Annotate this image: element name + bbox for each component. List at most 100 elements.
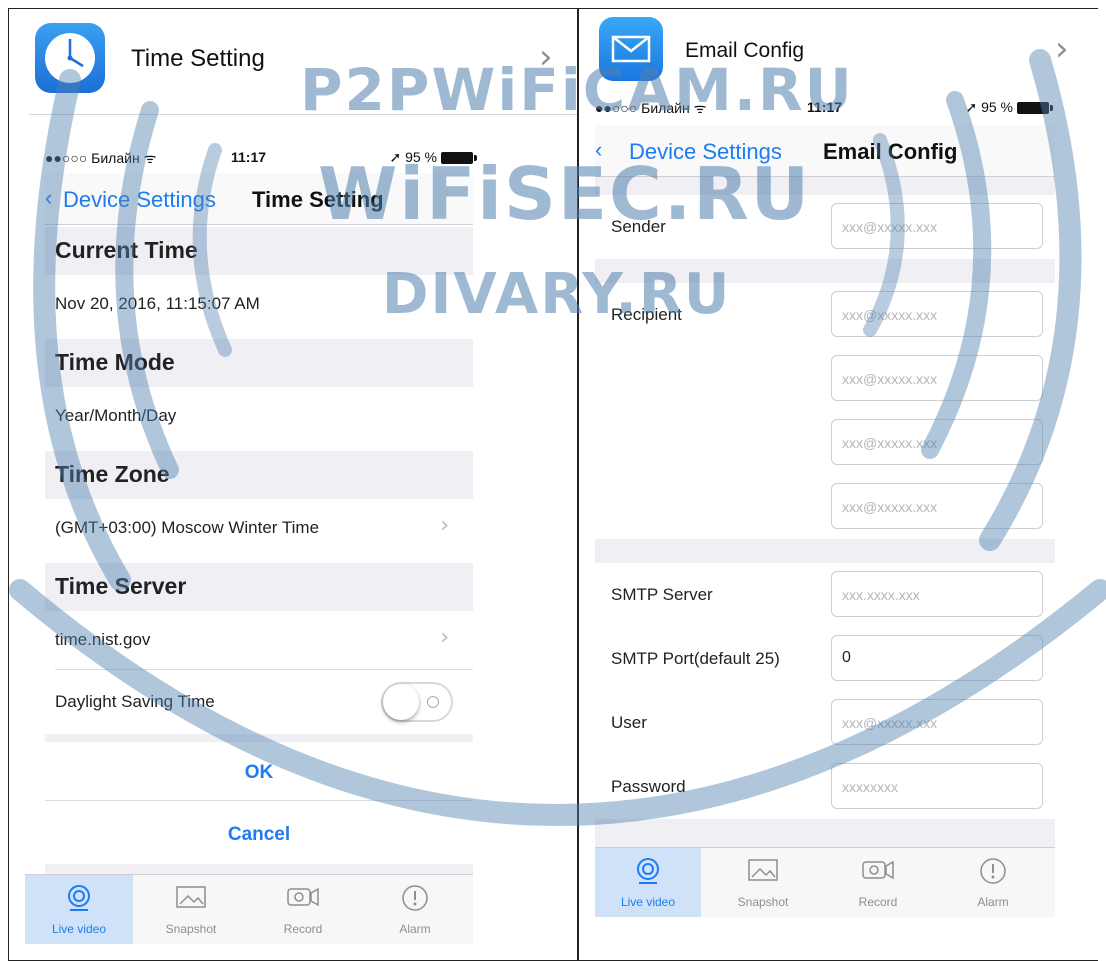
tab-snapshot[interactable]: Snapshot [137, 875, 245, 944]
nav-bar: ‹ Device Settings Time Setting [45, 173, 473, 225]
section-time-zone: Time Zone [45, 451, 473, 499]
time-server-value: time.nist.gov [55, 630, 151, 649]
time-setting-list-row[interactable]: Time Setting › [9, 9, 577, 115]
smtp-port-row: SMTP Port(default 25) 0 [595, 627, 1055, 691]
cancel-button[interactable]: Cancel [45, 804, 473, 864]
battery-indicator: ➚ 95 % [389, 149, 477, 166]
tab-record[interactable]: Record [249, 875, 357, 944]
status-bar: ●●○○○ Билайн ᯤ 11:17 ➚ 95 % [45, 145, 477, 171]
battery-label: ➚ 95 % [965, 99, 1013, 115]
tab-label: Record [858, 895, 898, 909]
section-header-label: Time Mode [55, 349, 175, 375]
email-config-panel: Email Config › ●●○○○ Билайн ᯤ 11:17 ➚ 95… [578, 8, 1098, 961]
smtp-port-label: SMTP Port(default 25) [611, 649, 780, 668]
battery-label: ➚ 95 % [389, 149, 437, 165]
toggle-knob [383, 684, 419, 720]
sender-label: Sender [611, 217, 666, 236]
password-row: Password xxxxxxxx [595, 755, 1055, 819]
password-label: Password [611, 777, 686, 796]
recipient-row-4: xxx@xxxxx.xxx [595, 475, 1055, 539]
section-spacer [45, 864, 473, 874]
current-time-value: Nov 20, 2016, 11:15:07 AM [55, 294, 260, 313]
snapshot-icon [175, 883, 207, 916]
recipient-row-3: xxx@xxxxx.xxx [595, 411, 1055, 475]
tab-bar: Live video Snapshot Record Alarm [595, 847, 1055, 917]
divider [45, 800, 473, 801]
dst-label: Daylight Saving Time [55, 692, 215, 711]
tab-live-video[interactable]: Live video [595, 848, 701, 917]
carrier-label: ●●○○○ Билайн ᯤ [595, 100, 707, 116]
back-chevron-icon[interactable]: ‹ [595, 137, 602, 163]
recipient-label: Recipient [611, 305, 682, 324]
ok-button-label: OK [244, 762, 274, 783]
tab-label: Live video [620, 895, 676, 909]
chevron-right-icon: › [539, 37, 553, 77]
toggle-off-indicator [427, 696, 439, 708]
tab-alarm[interactable]: Alarm [361, 875, 469, 944]
divider [29, 114, 577, 115]
tab-bar: Live video Snapshot Record Alarm [25, 874, 473, 944]
section-header-label: Time Server [55, 573, 187, 599]
clock-icon [35, 23, 105, 93]
time-zone-row[interactable]: (GMT+03:00) Moscow Winter Time › [45, 499, 473, 559]
recipient-input-3[interactable]: xxx@xxxxx.xxx [831, 419, 1043, 465]
status-bar: ●●○○○ Билайн ᯤ 11:17 ➚ 95 % [595, 95, 1053, 121]
time-setting-panel: Time Setting › ●●○○○ Билайн ᯤ 11:17 ➚ 95… [8, 8, 578, 961]
chevron-right-icon: › [440, 625, 449, 650]
tab-snapshot[interactable]: Snapshot [710, 848, 816, 917]
nav-bar: ‹ Device Settings Email Config [595, 125, 1055, 177]
recipient-row: Recipient xxx@xxxxx.xxx [595, 283, 1055, 347]
time-zone-value: (GMT+03:00) Moscow Winter Time [55, 518, 320, 537]
tab-label: Alarm [399, 922, 431, 936]
snapshot-icon [747, 856, 779, 889]
smtp-server-label: SMTP Server [611, 585, 713, 604]
ok-button[interactable]: OK [45, 742, 473, 802]
record-icon [286, 883, 320, 916]
sender-row: Sender xxx@xxxxx.xxx [595, 195, 1055, 259]
live-video-icon [633, 856, 663, 891]
sender-input[interactable]: xxx@xxxxx.xxx [831, 203, 1043, 249]
back-chevron-icon[interactable]: ‹ [45, 185, 52, 211]
back-button[interactable]: Device Settings [629, 139, 782, 165]
time-mode-row[interactable]: Year/Month/Day [45, 387, 473, 447]
time-mode-value: Year/Month/Day [55, 406, 177, 425]
user-row: User xxx@xxxxx.xxx [595, 691, 1055, 755]
recipient-input-2[interactable]: xxx@xxxxx.xxx [831, 355, 1043, 401]
user-label: User [611, 713, 647, 732]
dst-toggle[interactable] [381, 682, 453, 722]
page-title: Time Setting [252, 187, 384, 212]
envelope-icon [599, 17, 663, 81]
status-time: 11:17 [807, 99, 843, 115]
tab-label: Alarm [977, 895, 1009, 909]
battery-icon [441, 152, 477, 165]
cancel-button-label: Cancel [227, 824, 291, 845]
alarm-icon [400, 883, 430, 918]
live-video-icon [64, 883, 94, 918]
back-button[interactable]: Device Settings [63, 187, 216, 213]
section-current-time: Current Time [45, 227, 473, 275]
status-time: 11:17 [231, 149, 267, 165]
tab-live-video[interactable]: Live video [25, 875, 133, 944]
recipient-input-1[interactable]: xxx@xxxxx.xxx [831, 291, 1043, 337]
password-input[interactable]: xxxxxxxx [831, 763, 1043, 809]
alarm-icon [978, 856, 1008, 891]
email-config-row-label: Email Config [685, 39, 805, 62]
tab-label: Snapshot [737, 895, 789, 909]
time-setting-row-label: Time Setting [131, 45, 265, 72]
battery-icon [1017, 102, 1053, 115]
smtp-port-input[interactable]: 0 [831, 635, 1043, 681]
smtp-server-input[interactable]: xxx.xxxx.xxx [831, 571, 1043, 617]
tab-alarm[interactable]: Alarm [940, 848, 1046, 917]
carrier-label: ●●○○○ Билайн ᯤ [45, 150, 157, 166]
recipient-row-2: xxx@xxxxx.xxx [595, 347, 1055, 411]
smtp-server-row: SMTP Server xxx.xxxx.xxx [595, 563, 1055, 627]
chevron-right-icon: › [1055, 29, 1069, 69]
tab-label: Record [283, 922, 323, 936]
tab-record[interactable]: Record [825, 848, 931, 917]
page-title: Email Config [823, 139, 958, 164]
recipient-input-4[interactable]: xxx@xxxxx.xxx [831, 483, 1043, 529]
time-server-row[interactable]: time.nist.gov › [45, 611, 473, 671]
chevron-right-icon: › [440, 513, 449, 538]
section-header-label: Time Zone [55, 461, 170, 487]
user-input[interactable]: xxx@xxxxx.xxx [831, 699, 1043, 745]
